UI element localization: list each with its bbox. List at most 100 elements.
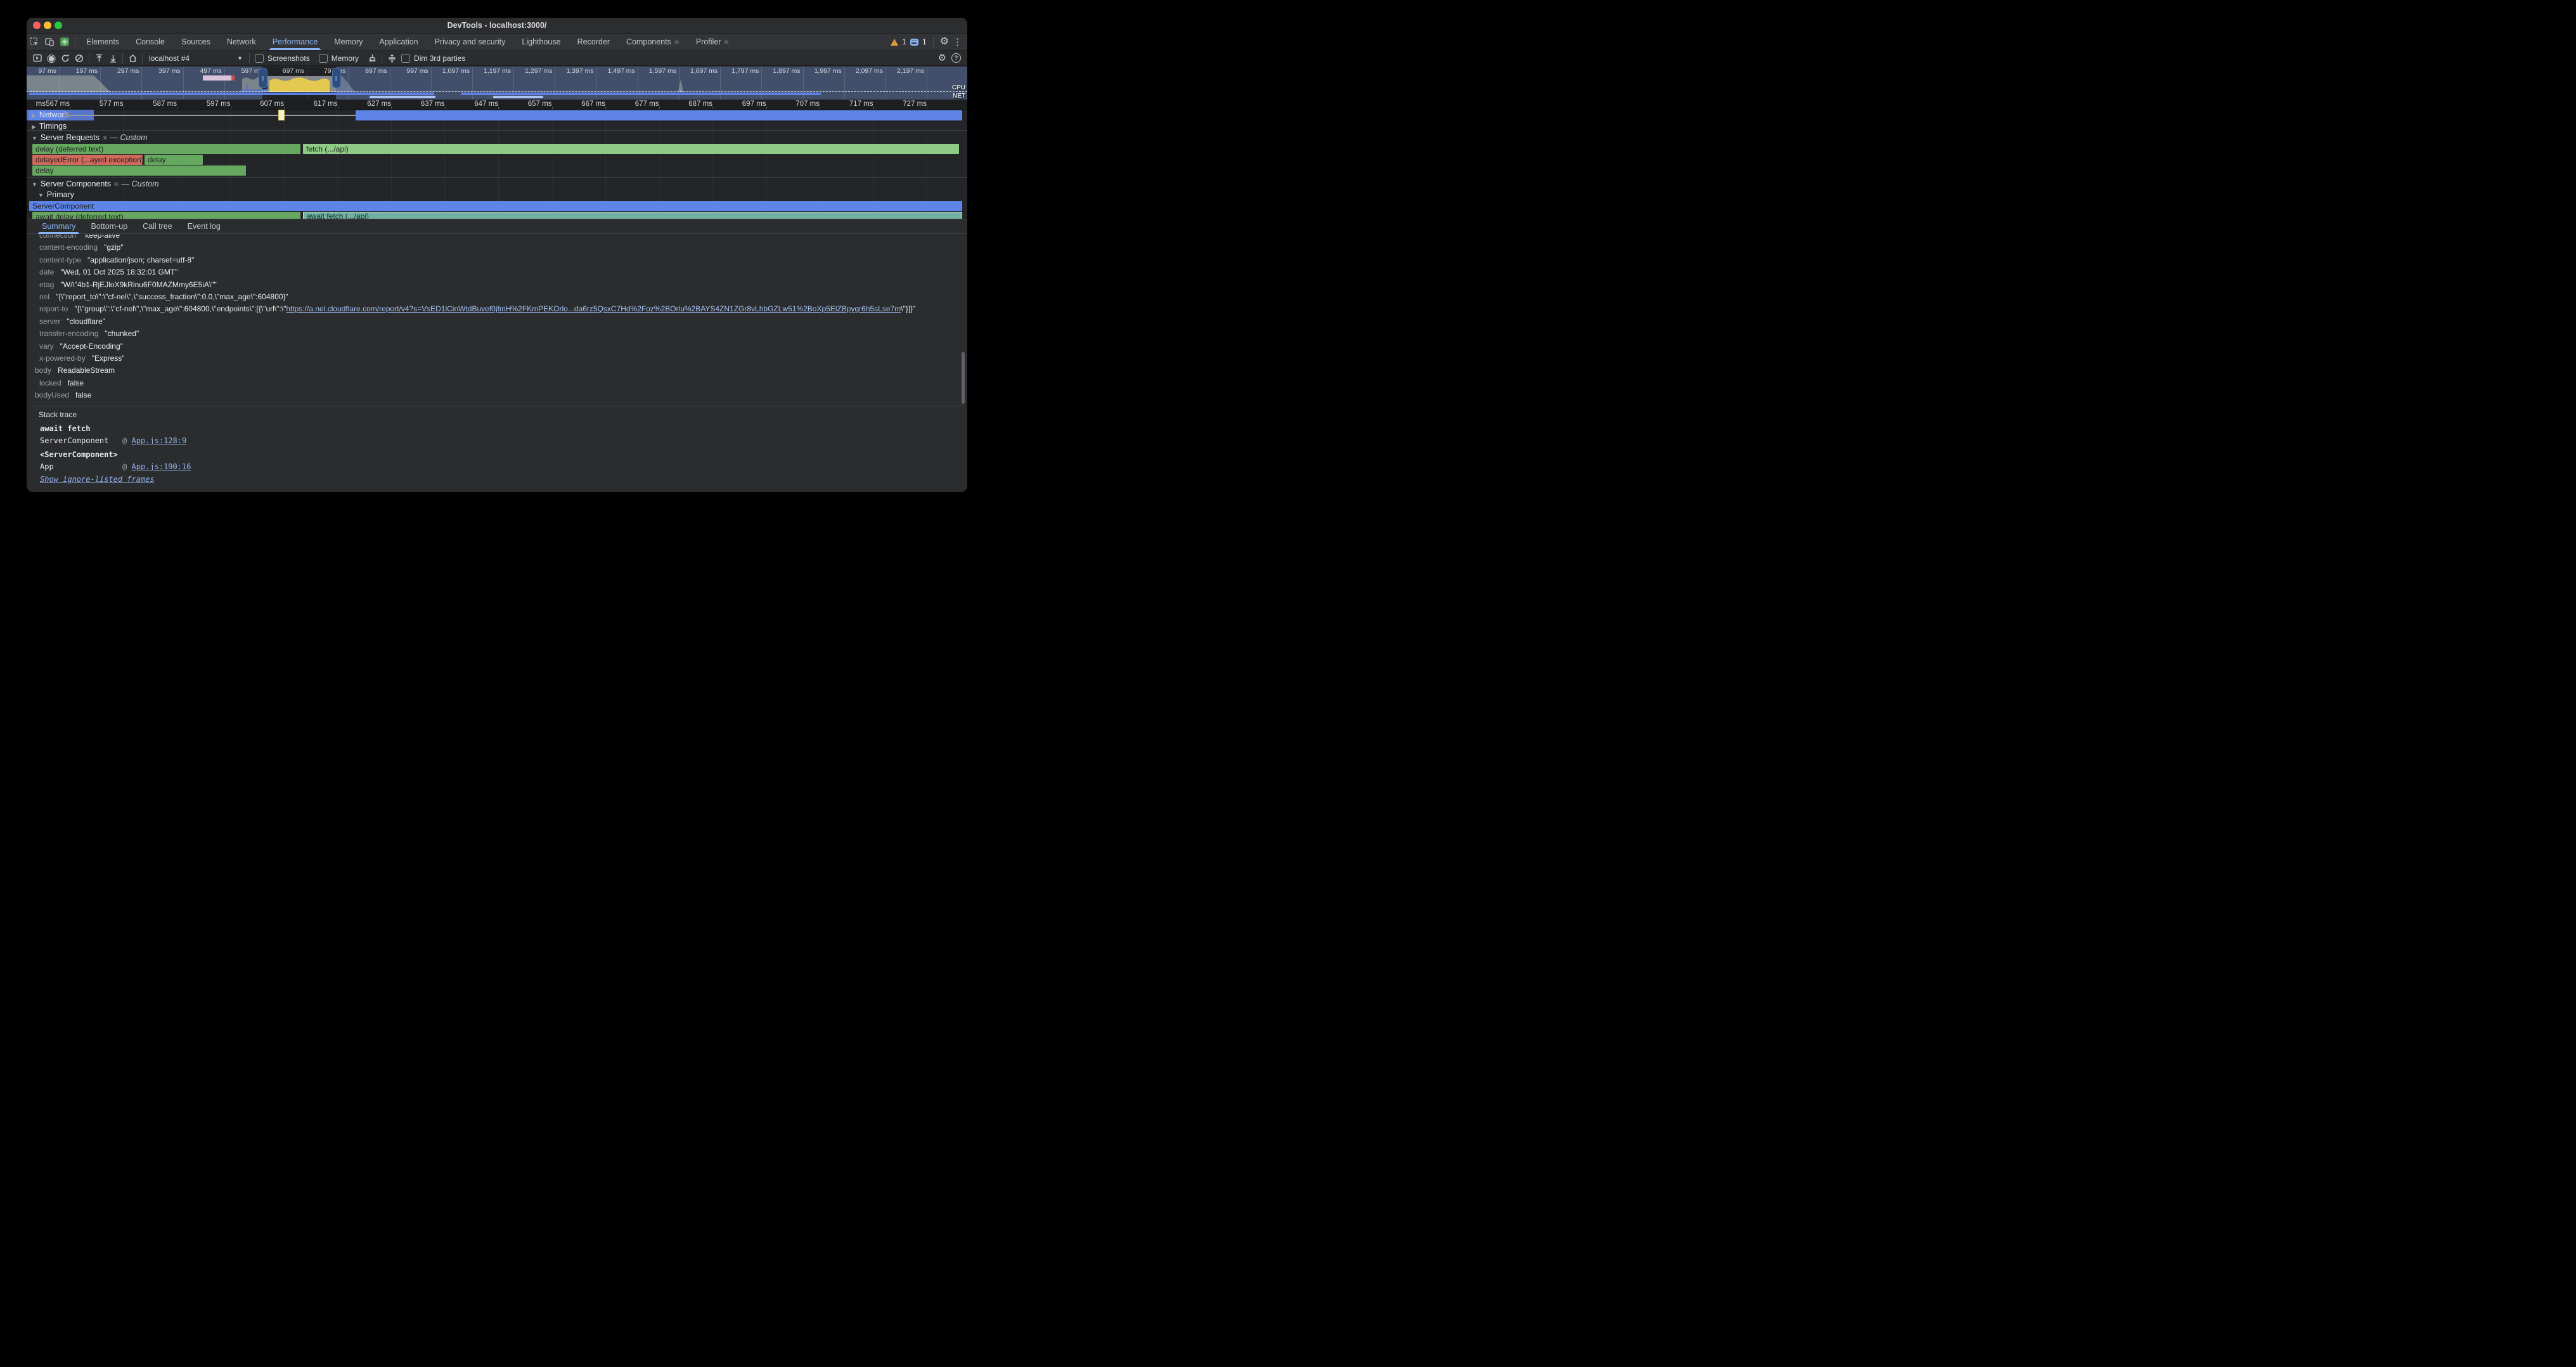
details-scrollbar-thumb[interactable] [962, 352, 965, 404]
tab-components[interactable]: Components⚛ [618, 34, 688, 50]
flame-bar[interactable]: fetch (.../api) [303, 144, 959, 154]
details-value: "gzip" [104, 243, 124, 252]
tab-console[interactable]: Console [127, 34, 173, 50]
screenshots-checkbox[interactable] [255, 54, 264, 63]
track-timings[interactable]: ▶Timings [32, 122, 67, 131]
flame-bar[interactable]: ServerComponent [29, 201, 962, 211]
inspect-icon[interactable] [27, 34, 42, 49]
device-toolbar-icon[interactable] [42, 34, 57, 49]
details-value: \"}]}" [901, 304, 915, 313]
overview-tick-label: 1,597 ms [649, 67, 679, 75]
stack-frame-source-link[interactable]: App.js:128:9 [132, 436, 187, 445]
triangle-right-icon: ▶ [32, 112, 36, 119]
details-key: etag [39, 280, 54, 289]
details-key: content-encoding [39, 243, 98, 252]
long-task-marker [203, 75, 235, 81]
details-value: "application/json; charset=utf-8" [87, 256, 194, 264]
details-tab-bottom-up[interactable]: Bottom-up [83, 219, 135, 234]
memory-checkbox[interactable] [319, 54, 328, 63]
save-profile-icon[interactable] [106, 51, 120, 65]
details-value: "chunked" [105, 329, 139, 338]
details-row: lockedfalse [27, 377, 967, 389]
stack-frame-label: await fetch [40, 424, 90, 433]
overview-tick-label: 2,097 ms [856, 67, 886, 75]
home-icon[interactable] [126, 51, 139, 65]
overview-net-bar [370, 96, 435, 98]
track-network[interactable]: ▶Network [32, 110, 68, 119]
details-key: x-powered-by [39, 354, 86, 363]
record-button[interactable]: ◉ [44, 51, 58, 65]
dim-3rd-parties-checkbox[interactable] [401, 54, 410, 63]
flame-bar[interactable]: delayedError (...ayed exception) [32, 155, 143, 165]
timeline-overview[interactable]: 97 ms197 ms297 ms397 ms497 ms597 ms697 m… [27, 67, 967, 100]
track-server-components[interactable]: ▼Server Components⚛ — Custom [32, 179, 159, 188]
tab-elements[interactable]: Elements [78, 34, 127, 50]
clear-button[interactable] [72, 51, 86, 65]
panel-settings-gear-icon[interactable]: ⚙ [938, 53, 946, 63]
details-row: vary"Accept-Encoding" [27, 340, 967, 353]
network-whisker-handle[interactable] [65, 112, 68, 118]
reload-and-record-button[interactable] [58, 51, 72, 65]
details-value: "Accept-Encoding" [60, 342, 123, 351]
overview-net-bar [461, 93, 821, 95]
warning-icon[interactable]: ! [891, 39, 898, 46]
details-key: nel [39, 292, 49, 301]
track-server-requests[interactable]: ▼Server Requests⚛ — Custom [32, 133, 148, 142]
ruler-tick-label: 597 ms [207, 100, 231, 108]
tab-privacy-and-security[interactable]: Privacy and security [427, 34, 514, 50]
flame-bar[interactable]: await delay (deferred text) [32, 212, 300, 219]
flame-bar[interactable]: delay [32, 165, 246, 176]
memory-label: Memory [332, 54, 359, 63]
details-row: report-to"{\"group\":\"cf-nel\",\"max_ag… [27, 303, 967, 315]
flame-bar[interactable]: delay [145, 155, 203, 165]
issues-message-icon[interactable] [910, 39, 918, 46]
tab-performance[interactable]: Performance [264, 34, 326, 50]
overview-tick-label: 1,097 ms [442, 67, 472, 75]
overview-tick-label: 1,197 ms [484, 67, 513, 75]
flame-bar[interactable]: await fetch (.../api) [303, 212, 962, 219]
details-key: content-type [39, 256, 81, 264]
tab-memory[interactable]: Memory [326, 34, 371, 50]
network-yellow-marker[interactable] [278, 110, 285, 120]
details-row: connection"keep-alive" [27, 235, 967, 242]
history-select[interactable]: localhost #4 ▼ [145, 54, 247, 63]
help-icon[interactable]: ? [951, 53, 961, 63]
details-row: content-type "application/json; charset=u… [27, 254, 967, 266]
details-report-to-link[interactable]: https://a.nel.cloudflare.com/report/v4?s… [286, 304, 901, 313]
tab-sources[interactable]: Sources [173, 34, 219, 50]
show-ignore-listed-frames-link[interactable]: Show ignore-listed frames [40, 475, 155, 484]
settings-gear-icon[interactable]: ⚙ [940, 37, 949, 47]
fit-window-icon[interactable] [385, 51, 399, 65]
details-key: server [39, 317, 60, 326]
overview-window-handle-right[interactable]: ∥ [332, 68, 341, 88]
track-primary-group[interactable]: ▼Primary [38, 190, 74, 199]
overview-window-handle-left[interactable]: ∥ [259, 68, 267, 88]
kebab-menu-icon[interactable]: ⋮ [953, 37, 962, 47]
details-tab-event-log[interactable]: Event log [180, 219, 228, 234]
ruler-tick-mark [605, 107, 606, 109]
toggle-sidebar-icon[interactable] [30, 51, 44, 65]
overview-tick-label: 1,497 ms [608, 67, 638, 75]
garbage-collect-icon[interactable] [365, 51, 379, 65]
details-tab-call-tree[interactable]: Call tree [135, 219, 180, 234]
flame-bar[interactable]: delay (deferred text) [32, 144, 300, 154]
tab-network[interactable]: Network [219, 34, 264, 50]
stack-frame: App @ App.js:190:16 [40, 462, 191, 471]
triangle-right-icon: ▶ [32, 124, 36, 130]
devtools-window: DevTools - localhost:3000/ ElementsConso… [27, 18, 967, 492]
performance-toolbar: ◉ localhost #4 ▼ Screenshots Memory [27, 51, 967, 66]
details-value: "keep-alive" [82, 235, 122, 240]
ruler-tick-mark [498, 107, 499, 109]
tab-profiler[interactable]: Profiler⚛ [688, 34, 738, 50]
overview-net-bar [493, 96, 543, 98]
net-lane-label: NET [953, 93, 965, 100]
overview-tick-label: 1,797 ms [731, 67, 761, 75]
stack-frame-source-link[interactable]: App.js:190:16 [132, 462, 191, 471]
tab-lighthouse[interactable]: Lighthouse [513, 34, 569, 50]
flame-bar[interactable] [356, 110, 962, 120]
summary-details-pane: connection"keep-alive"content-encoding "g… [27, 235, 967, 406]
details-tab-summary[interactable]: Summary [34, 219, 83, 234]
load-profile-icon[interactable] [92, 51, 106, 65]
tab-recorder[interactable]: Recorder [569, 34, 618, 50]
tab-application[interactable]: Application [371, 34, 426, 50]
